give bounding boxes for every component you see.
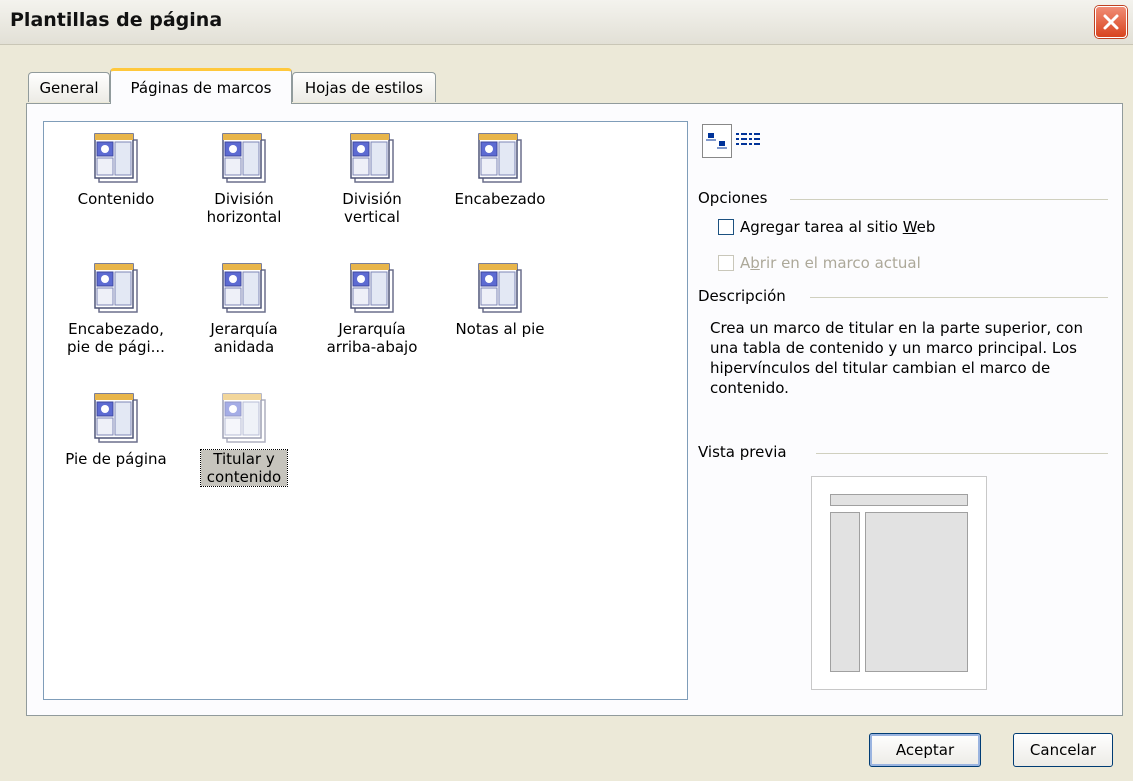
preview-contents-frame [830, 512, 860, 672]
preview-divider [816, 453, 1108, 454]
checkbox-box [718, 219, 734, 235]
cancel-label: Cancelar [1029, 741, 1097, 759]
template-item-jerarquia-arriba-abajo[interactable]: Jerarquía arriba-abajo [312, 262, 432, 356]
template-label: Encabezado [454, 190, 546, 208]
ok-button[interactable]: Aceptar [869, 733, 981, 767]
page-templates-dialog: Plantillas de página General Páginas de … [0, 0, 1133, 781]
add-task-checkbox[interactable]: Agregar tarea al sitio Web [718, 218, 935, 236]
frame-page-icon [221, 262, 267, 314]
frame-page-icon [221, 392, 267, 444]
frame-page-icon [93, 132, 139, 184]
template-item-encabezado-pie[interactable]: Encabezado, pie de pági... [56, 262, 176, 356]
title-bar: Plantillas de página [0, 0, 1133, 45]
template-item-notas-al-pie[interactable]: Notas al pie [440, 262, 560, 338]
tab-general[interactable]: General [28, 72, 110, 102]
template-list[interactable]: Contenido División horizontal División v… [43, 121, 688, 700]
template-label: División vertical [342, 190, 402, 226]
tab-label: General [39, 78, 99, 97]
frame-page-icon [477, 262, 523, 314]
template-label: Pie de página [65, 450, 167, 468]
tab-label: Hojas de estilos [304, 78, 424, 97]
open-in-current-frame-checkbox[interactable]: Abrir en el marco actual [718, 254, 921, 272]
template-label: Jerarquía arriba-abajo [326, 320, 418, 356]
template-label: División horizontal [206, 190, 282, 226]
frame-page-icon [93, 392, 139, 444]
template-label: Notas al pie [455, 320, 545, 338]
details-view-icon [736, 133, 760, 145]
frame-page-icon [349, 132, 395, 184]
frame-page-icon [221, 132, 267, 184]
details-view-button[interactable] [734, 124, 764, 158]
open-in-current-frame-label: Abrir en el marco actual [740, 254, 921, 272]
template-item-titular-y-contenido[interactable]: Titular y contenido [184, 392, 304, 487]
template-item-division-vertical[interactable]: División vertical [312, 132, 432, 226]
layout-preview [811, 476, 987, 690]
template-item-contenido[interactable]: Contenido [56, 132, 176, 208]
description-heading: Descripción [698, 287, 794, 305]
template-item-jerarquia-anidada[interactable]: Jerarquía anidada [184, 262, 304, 356]
frame-page-icon [93, 262, 139, 314]
cancel-button[interactable]: Cancelar [1013, 733, 1113, 767]
template-label: Contenido [77, 190, 155, 208]
add-task-label: Agregar tarea al sitio Web [740, 218, 936, 236]
preview-main-frame [865, 512, 968, 672]
template-item-pie-de-pagina[interactable]: Pie de página [56, 392, 176, 468]
description-divider [810, 297, 1108, 298]
preview-heading: Vista previa [698, 443, 795, 461]
template-item-division-horizontal[interactable]: División horizontal [184, 132, 304, 226]
close-button[interactable] [1095, 6, 1127, 38]
template-label: Jerarquía anidada [210, 320, 278, 356]
description-text: Crea un marco de titular en la parte sup… [710, 319, 1083, 397]
tab-style-sheets[interactable]: Hojas de estilos [292, 72, 436, 102]
dialog-title: Plantillas de página [10, 9, 223, 31]
close-icon [1103, 14, 1119, 30]
large-icons-view-button[interactable] [702, 124, 732, 158]
template-label: Titular y contenido [200, 449, 288, 487]
template-label: Encabezado, pie de pági... [67, 320, 165, 356]
options-heading: Opciones [698, 189, 776, 207]
tab-frame-pages[interactable]: Páginas de marcos [110, 68, 292, 104]
frame-page-icon [349, 262, 395, 314]
template-item-encabezado[interactable]: Encabezado [440, 132, 560, 208]
ok-label: Aceptar [895, 741, 955, 759]
checkbox-box [718, 255, 734, 271]
tab-label: Páginas de marcos [130, 78, 272, 97]
frame-page-icon [477, 132, 523, 184]
large-icons-view-icon [706, 133, 727, 149]
options-divider [790, 199, 1108, 200]
preview-banner-frame [830, 494, 968, 506]
